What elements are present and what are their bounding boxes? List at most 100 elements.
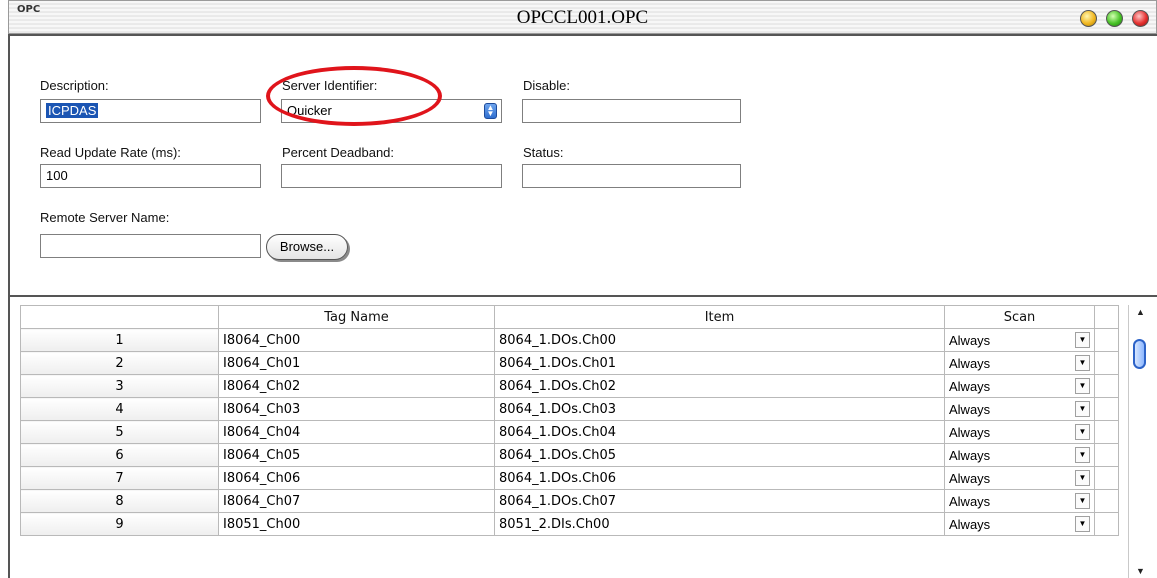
tag-name-cell[interactable]: I8064_Ch04 — [218, 420, 495, 444]
description-field[interactable]: ICPDAS — [40, 99, 261, 123]
tag-name-cell[interactable]: I8064_Ch03 — [218, 397, 495, 421]
minimize-icon[interactable] — [1080, 10, 1097, 27]
scan-value: Always — [949, 447, 991, 463]
chevron-down-icon[interactable]: ▼ — [1075, 355, 1090, 371]
item-cell[interactable]: 8064_1.DOs.Ch07 — [494, 489, 945, 513]
chevron-down-icon[interactable]: ▼ — [1075, 332, 1090, 348]
tag-grid: Tag Name Item Scan 1 I8064_Ch00 8064_1.DOs… — [8, 297, 1157, 578]
table-row[interactable]: 7 I8064_Ch06 8064_1.DOs.Ch06 Always ▼ — [20, 466, 1119, 490]
scroll-up-arrow-icon[interactable]: ▲ — [1129, 305, 1152, 319]
zoom-icon[interactable] — [1106, 10, 1123, 27]
properties-panel: Description: ICPDAS Server Identifier: Q… — [8, 34, 1157, 297]
scan-select[interactable]: Always ▼ — [944, 443, 1095, 467]
row-number[interactable]: 1 — [20, 328, 219, 352]
close-icon[interactable] — [1132, 10, 1149, 27]
table-row[interactable]: 4 I8064_Ch03 8064_1.DOs.Ch03 Always ▼ — [20, 397, 1119, 421]
scan-value: Always — [949, 355, 991, 371]
vertical-scrollbar[interactable]: ▲ ▼ — [1128, 305, 1152, 578]
row-spacer — [1094, 374, 1119, 398]
row-spacer — [1094, 420, 1119, 444]
row-spacer — [1094, 466, 1119, 490]
scan-select[interactable]: Always ▼ — [944, 489, 1095, 513]
chevron-down-icon[interactable]: ▼ — [1075, 378, 1090, 394]
tag-name-cell[interactable]: I8064_Ch07 — [218, 489, 495, 513]
browse-button[interactable]: Browse... — [266, 234, 348, 260]
tag-name-cell[interactable]: I8064_Ch01 — [218, 351, 495, 375]
table-header-row: Tag Name Item Scan — [20, 305, 1119, 329]
row-number[interactable]: 4 — [20, 397, 219, 421]
read-update-rate-label: Read Update Rate (ms): — [40, 145, 181, 160]
chevron-down-icon[interactable]: ▼ — [1075, 401, 1090, 417]
table-row[interactable]: 9 I8051_Ch00 8051_2.DIs.Ch00 Always ▼ — [20, 512, 1119, 536]
row-number[interactable]: 3 — [20, 374, 219, 398]
read-update-rate-field[interactable]: 100 — [40, 164, 261, 188]
disable-label: Disable: — [523, 78, 570, 93]
row-number[interactable]: 9 — [20, 512, 219, 536]
scan-value: Always — [949, 493, 991, 509]
scan-value: Always — [949, 401, 991, 417]
header-spacer — [1094, 305, 1119, 329]
description-value: ICPDAS — [46, 103, 99, 118]
table-row[interactable]: 3 I8064_Ch02 8064_1.DOs.Ch02 Always ▼ — [20, 374, 1119, 398]
row-number[interactable]: 6 — [20, 443, 219, 467]
scan-select[interactable]: Always ▼ — [944, 351, 1095, 375]
item-cell[interactable]: 8064_1.DOs.Ch02 — [494, 374, 945, 398]
header-scan[interactable]: Scan — [944, 305, 1095, 329]
scan-select[interactable]: Always ▼ — [944, 328, 1095, 352]
scan-value: Always — [949, 516, 991, 532]
table-row[interactable]: 8 I8064_Ch07 8064_1.DOs.Ch07 Always ▼ — [20, 489, 1119, 513]
row-number[interactable]: 2 — [20, 351, 219, 375]
table-row[interactable]: 2 I8064_Ch01 8064_1.DOs.Ch01 Always ▼ — [20, 351, 1119, 375]
server-identifier-select[interactable]: Quicker ▲ ▼ — [281, 99, 502, 123]
chevron-down-icon[interactable]: ▼ — [1075, 447, 1090, 463]
status-field[interactable] — [522, 164, 741, 188]
tag-name-cell[interactable]: I8051_Ch00 — [218, 512, 495, 536]
scroll-thumb[interactable] — [1133, 339, 1146, 369]
item-cell[interactable]: 8064_1.DOs.Ch04 — [494, 420, 945, 444]
tag-table: Tag Name Item Scan 1 I8064_Ch00 8064_1.DOs… — [20, 305, 1119, 536]
chevron-down-icon[interactable]: ▼ — [1075, 470, 1090, 486]
header-item[interactable]: Item — [494, 305, 945, 329]
scan-value: Always — [949, 332, 991, 348]
item-cell[interactable]: 8064_1.DOs.Ch01 — [494, 351, 945, 375]
tag-name-cell[interactable]: I8064_Ch06 — [218, 466, 495, 490]
table-row[interactable]: 6 I8064_Ch05 8064_1.DOs.Ch05 Always ▼ — [20, 443, 1119, 467]
chevron-down-icon[interactable]: ▼ — [1075, 424, 1090, 440]
header-row-number — [20, 305, 219, 329]
item-cell[interactable]: 8051_2.DIs.Ch00 — [494, 512, 945, 536]
updown-arrow-icon[interactable]: ▲ ▼ — [484, 103, 497, 119]
chevron-down-icon[interactable]: ▼ — [1075, 493, 1090, 509]
scan-select[interactable]: Always ▼ — [944, 374, 1095, 398]
scan-value: Always — [949, 424, 991, 440]
item-cell[interactable]: 8064_1.DOs.Ch05 — [494, 443, 945, 467]
tag-name-cell[interactable]: I8064_Ch05 — [218, 443, 495, 467]
tag-name-cell[interactable]: I8064_Ch00 — [218, 328, 495, 352]
tag-name-cell[interactable]: I8064_Ch02 — [218, 374, 495, 398]
table-row[interactable]: 1 I8064_Ch00 8064_1.DOs.Ch00 Always ▼ — [20, 328, 1119, 352]
table-body: 1 I8064_Ch00 8064_1.DOs.Ch00 Always ▼ 2 I8064_… — [20, 328, 1119, 536]
row-spacer — [1094, 397, 1119, 421]
remote-server-name-field[interactable] — [40, 234, 261, 258]
row-spacer — [1094, 489, 1119, 513]
scan-select[interactable]: Always ▼ — [944, 466, 1095, 490]
item-cell[interactable]: 8064_1.DOs.Ch00 — [494, 328, 945, 352]
disable-field[interactable] — [522, 99, 741, 123]
row-spacer — [1094, 351, 1119, 375]
remote-server-name-label: Remote Server Name: — [40, 210, 170, 225]
header-tag-name[interactable]: Tag Name — [218, 305, 495, 329]
scroll-down-arrow-icon[interactable]: ▼ — [1129, 564, 1152, 578]
scan-select[interactable]: Always ▼ — [944, 512, 1095, 536]
table-row[interactable]: 5 I8064_Ch04 8064_1.DOs.Ch04 Always ▼ — [20, 420, 1119, 444]
item-cell[interactable]: 8064_1.DOs.Ch03 — [494, 397, 945, 421]
row-number[interactable]: 5 — [20, 420, 219, 444]
scan-select[interactable]: Always ▼ — [944, 420, 1095, 444]
chevron-down-icon[interactable]: ▼ — [1075, 516, 1090, 532]
item-cell[interactable]: 8064_1.DOs.Ch06 — [494, 466, 945, 490]
row-spacer — [1094, 512, 1119, 536]
row-number[interactable]: 7 — [20, 466, 219, 490]
title-bar: OPC OPCCL001.OPC — [8, 0, 1157, 34]
percent-deadband-field[interactable] — [281, 164, 502, 188]
row-number[interactable]: 8 — [20, 489, 219, 513]
percent-deadband-label: Percent Deadband: — [282, 145, 395, 160]
scan-select[interactable]: Always ▼ — [944, 397, 1095, 421]
